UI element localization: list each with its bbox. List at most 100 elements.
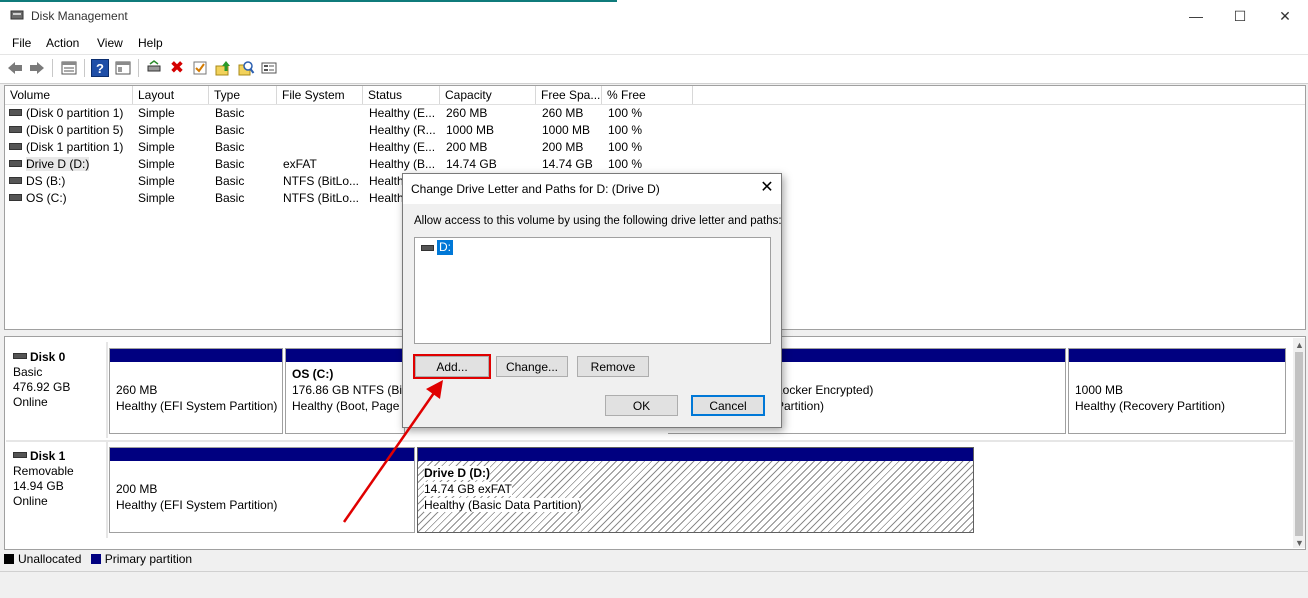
table-cell[interactable]: Basic [215,173,277,190]
menu-view[interactable]: View [97,36,123,50]
table-cell[interactable]: 100 % [608,139,688,156]
back-arrow-icon[interactable] [6,59,24,77]
remove-button[interactable]: Remove [577,356,649,377]
maximize-button[interactable]: ☐ [1228,6,1252,26]
scroll-down-icon[interactable]: ▼ [1295,538,1304,548]
scroll-up-icon[interactable]: ▲ [1295,340,1304,350]
partition-disk0-os[interactable]: OS (C:) 176.86 GB NTFS (BitL Healthy (Bo… [285,348,405,434]
menu-action[interactable]: Action [46,36,79,50]
table-cell[interactable]: Basic [215,190,277,207]
table-cell[interactable]: NTFS (BitLo... [283,190,363,207]
table-cell[interactable]: 1000 MB [446,122,536,139]
volume-name: (Disk 0 partition 5) [26,123,124,137]
table-cell[interactable]: Basic [215,105,277,122]
table-cell[interactable]: NTFS (BitLo... [283,173,363,190]
scrollbar-thumb[interactable] [1295,352,1303,536]
table-cell[interactable]: 200 MB [446,139,536,156]
table-cell[interactable]: 100 % [608,122,688,139]
disk-1-info[interactable]: Disk 1 Removable 14.94 GB Online [13,449,103,509]
change-button[interactable]: Change... [496,356,568,377]
table-cell[interactable]: 14.74 GB [446,156,536,173]
table-cell[interactable]: 260 MB [446,105,536,122]
forward-arrow-icon[interactable] [28,59,46,77]
help-icon[interactable]: ? [91,59,109,77]
volume-name: (Disk 0 partition 1) [26,106,124,120]
partition-status: Healthy (Boot, Page F [292,399,404,413]
table-cell[interactable]: Simple [138,139,208,156]
window-title: Disk Management [31,9,128,23]
menu-file[interactable]: File [12,36,31,50]
table-cell[interactable]: 260 MB [542,105,604,122]
column-header-layout[interactable]: Layout [133,86,209,104]
column-header-type[interactable]: Type [209,86,277,104]
column-header-status[interactable]: Status [363,86,440,104]
partition-status: Partition) [776,399,825,413]
column-header-free-space[interactable]: Free Spa... [536,86,602,104]
upload-icon[interactable] [214,59,232,77]
partition-drive-d[interactable]: Drive D (D:) 14.74 GB exFAT Healthy (Bas… [417,447,974,533]
volume-name-cell[interactable]: OS (C:) [9,190,131,207]
table-cell[interactable]: Healthy (B... [369,156,441,173]
table-cell[interactable]: 14.74 GB [542,156,604,173]
column-header-file-system[interactable]: File System [277,86,363,104]
volume-icon [9,109,22,117]
partition-disk1-efi[interactable]: 200 MB Healthy (EFI System Partition) [109,447,415,533]
table-cell[interactable]: Simple [138,156,208,173]
partition-status: Healthy (Basic Data Partition) [424,498,582,512]
volume-name-cell[interactable]: DS (B:) [9,173,131,190]
disk-0-info[interactable]: Disk 0 Basic 476.92 GB Online [13,350,103,410]
disk-0-name: Disk 0 [30,350,66,364]
disk-divider [106,342,108,438]
close-button[interactable]: ✕ [1273,6,1297,26]
connect-icon[interactable] [145,59,163,77]
toolbar-separator [84,59,85,77]
table-cell[interactable]: 100 % [608,156,688,173]
drive-path-item[interactable]: D: [421,240,453,255]
volume-name-cell[interactable]: (Disk 0 partition 5) [9,122,131,139]
table-cell[interactable]: Healthy (E... [369,105,441,122]
column-header-capacity[interactable]: Capacity [440,86,536,104]
table-cell[interactable]: 200 MB [542,139,604,156]
properties-icon[interactable] [114,59,132,77]
search-icon[interactable] [237,59,255,77]
details-icon[interactable] [260,59,278,77]
partition-bar [418,448,973,461]
list-view-icon[interactable] [60,59,78,77]
table-cell[interactable]: exFAT [283,156,363,173]
table-cell[interactable]: Basic [215,156,277,173]
ok-button[interactable]: OK [605,395,678,416]
column-header-volume[interactable]: Volume [5,86,133,104]
cancel-button[interactable]: Cancel [691,395,765,416]
table-cell[interactable] [283,122,363,139]
partition-disk0-efi[interactable]: 260 MB Healthy (EFI System Partition) [109,348,283,434]
table-cell[interactable]: Simple [138,122,208,139]
volume-name-cell[interactable]: (Disk 1 partition 1) [9,139,131,156]
volume-name-cell[interactable]: (Disk 0 partition 1) [9,105,131,122]
table-cell[interactable]: 100 % [608,105,688,122]
table-cell[interactable]: Simple [138,105,208,122]
partition-status: Healthy (Recovery Partition) [1075,399,1226,413]
disk-0-status: Online [13,395,48,409]
menu-help[interactable]: Help [138,36,163,50]
dialog-close-icon[interactable]: ✕ [756,178,778,198]
minimize-button[interactable]: — [1184,6,1208,26]
disk-management-icon [10,10,24,20]
checkmark-icon[interactable] [191,59,209,77]
table-cell[interactable]: Simple [138,173,208,190]
partition-disk0-recovery[interactable]: 1000 MB Healthy (Recovery Partition) [1068,348,1286,434]
table-cell[interactable] [283,139,363,156]
drive-paths-list[interactable] [414,237,771,344]
table-cell[interactable]: Healthy (R... [369,122,441,139]
disk-0-type: Basic [13,365,43,379]
disk-icon [13,451,27,458]
table-cell[interactable]: Basic [215,122,277,139]
toolbar-separator [52,59,53,77]
column-header-percent-free[interactable]: % Free [602,86,693,104]
table-cell[interactable]: Basic [215,139,277,156]
table-cell[interactable]: Simple [138,190,208,207]
table-cell[interactable] [283,105,363,122]
table-cell[interactable]: 1000 MB [542,122,604,139]
table-cell[interactable]: Healthy (E... [369,139,441,156]
delete-icon[interactable]: ✖ [168,58,186,77]
volume-name-cell[interactable]: Drive D (D:) [9,156,131,173]
